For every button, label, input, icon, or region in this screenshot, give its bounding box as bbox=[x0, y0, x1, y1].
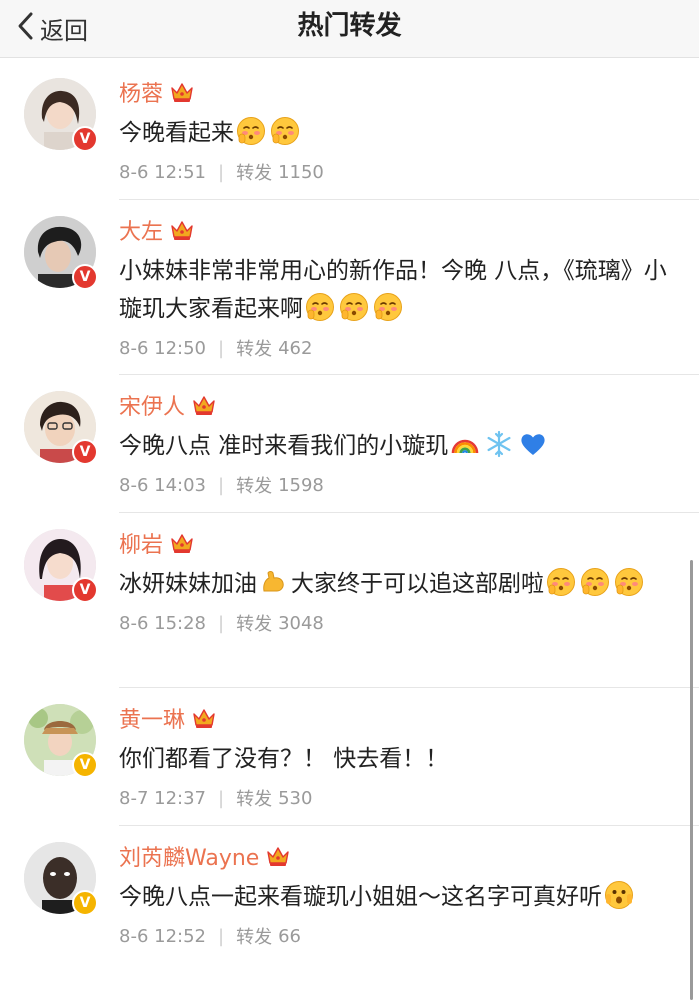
post-meta: 8-6 14:03 | 转发 1598 bbox=[119, 471, 669, 499]
repost-count: 530 bbox=[278, 787, 313, 809]
post-meta: 8-7 12:37 | 转发 530 bbox=[119, 784, 669, 812]
repost-item[interactable]: V 刘芮麟Wayne 今晚八点一起来看璇玑小姐姐～这名字可真好听 8-6 12:52 |… bbox=[0, 826, 699, 1000]
blue-heart-emoji bbox=[518, 429, 548, 459]
vip-crown-icon bbox=[265, 844, 291, 868]
repost-count: 3048 bbox=[278, 612, 324, 634]
verified-badge-icon: V bbox=[72, 264, 98, 290]
surprised-face-emoji bbox=[604, 880, 634, 910]
user-name[interactable]: 刘芮麟Wayne bbox=[119, 840, 259, 872]
repost-list: V 杨蓉 今晚看起来 8-6 12:51 | 转发 1150 V 大左 小妹妹非常非常用心的新作品… bbox=[0, 62, 699, 1000]
repost-count: 462 bbox=[278, 337, 313, 359]
repost-count: 1598 bbox=[278, 474, 324, 496]
repost-item[interactable]: V 宋伊人今晚八点 准时来看我们的小璇玑 8-6 14:03 | 转发 1598 bbox=[0, 375, 699, 513]
avatar[interactable]: V bbox=[24, 842, 98, 916]
divider: | bbox=[218, 925, 225, 947]
timestamp: 8-7 12:37 bbox=[119, 787, 206, 809]
repost-item[interactable]: V 黄一琳你们都看了没有？！ 快去看！！ 8-7 12:37 | 转发 530 bbox=[0, 688, 699, 826]
avatar[interactable]: V bbox=[24, 704, 98, 778]
text-segment: 你们都看了没有？！ 快去看！！ bbox=[119, 746, 449, 772]
repost-label: 转发 bbox=[236, 789, 273, 810]
timestamp: 8-6 12:51 bbox=[119, 161, 206, 183]
user-name[interactable]: 大左 bbox=[119, 214, 163, 246]
shy-face-emoji bbox=[236, 116, 266, 146]
repost-label: 转发 bbox=[236, 339, 273, 360]
post-meta: 8-6 12:51 | 转发 1150 bbox=[119, 158, 669, 186]
vip-crown-icon bbox=[191, 706, 217, 730]
post-meta: 8-6 12:50 | 转发 462 bbox=[119, 334, 669, 362]
repost-text: 今晚看起来 bbox=[119, 114, 669, 152]
divider: | bbox=[218, 474, 225, 496]
snowflake-emoji bbox=[484, 429, 514, 459]
user-name[interactable]: 柳岩 bbox=[119, 527, 163, 559]
verified-badge-icon: V bbox=[72, 577, 98, 603]
avatar[interactable]: V bbox=[24, 216, 98, 290]
shy-face-emoji bbox=[305, 292, 335, 322]
repost-item[interactable]: V 大左小妹妹非常非常用心的新作品！今晚 八点，《琉璃》小璇玑大家看起来啊 8-6 … bbox=[0, 200, 699, 375]
rainbow-emoji bbox=[450, 429, 480, 459]
post-meta: 8-6 15:28 | 转发 3048 bbox=[119, 609, 669, 637]
avatar[interactable]: V bbox=[24, 529, 98, 603]
timestamp: 8-6 12:50 bbox=[119, 337, 206, 359]
repost-count: 66 bbox=[278, 925, 301, 947]
text-segment: 今晚八点 准时来看我们的小璇玑 bbox=[119, 433, 449, 459]
verified-badge-icon: V bbox=[72, 439, 98, 465]
top-navbar: 返回 热门转发 bbox=[0, 0, 699, 58]
repost-label: 转发 bbox=[236, 163, 273, 184]
shy-face-emoji bbox=[546, 567, 576, 597]
avatar[interactable]: V bbox=[24, 391, 98, 465]
user-name[interactable]: 杨蓉 bbox=[119, 76, 163, 108]
avatar[interactable]: V bbox=[24, 78, 98, 152]
timestamp: 8-6 12:52 bbox=[119, 925, 206, 947]
shy-face-emoji bbox=[339, 292, 369, 322]
repost-label: 转发 bbox=[236, 927, 273, 948]
repost-label: 转发 bbox=[236, 614, 273, 635]
repost-text: 今晚八点 准时来看我们的小璇玑 bbox=[119, 427, 669, 465]
text-segment: 大家终于可以追这部剧啦 bbox=[291, 571, 544, 597]
shy-face-emoji bbox=[270, 116, 300, 146]
repost-text: 今晚八点一起来看璇玑小姐姐～这名字可真好听 bbox=[119, 878, 669, 916]
text-segment: 今晚看起来 bbox=[119, 120, 234, 146]
repost-count: 1150 bbox=[278, 161, 324, 183]
vip-crown-icon bbox=[191, 393, 217, 417]
shy-face-emoji bbox=[373, 292, 403, 322]
verified-badge-icon: V bbox=[72, 752, 98, 778]
vip-crown-icon bbox=[169, 218, 195, 242]
divider: | bbox=[218, 337, 225, 359]
timestamp: 8-6 14:03 bbox=[119, 474, 206, 496]
divider: | bbox=[218, 161, 225, 183]
verified-badge-icon: V bbox=[72, 890, 98, 916]
repost-label: 转发 bbox=[236, 476, 273, 497]
page-title: 热门转发 bbox=[297, 11, 402, 41]
repost-item[interactable]: V 杨蓉今晚看起来 8-6 12:51 | 转发 1150 bbox=[0, 62, 699, 200]
divider: | bbox=[218, 787, 225, 809]
text-segment: 冰妍妹妹加油 bbox=[119, 571, 257, 597]
user-name[interactable]: 黄一琳 bbox=[119, 702, 185, 734]
post-meta: 8-6 12:52 | 转发 66 bbox=[119, 922, 669, 950]
text-segment: 今晚八点一起来看璇玑小姐姐～这名字可真好听 bbox=[119, 884, 602, 910]
scrollbar[interactable] bbox=[690, 560, 693, 1000]
timestamp: 8-6 15:28 bbox=[119, 612, 206, 634]
shy-face-emoji bbox=[614, 567, 644, 597]
repost-text: 小妹妹非常非常用心的新作品！今晚 八点，《琉璃》小璇玑大家看起来啊 bbox=[119, 252, 669, 328]
vip-crown-icon bbox=[169, 80, 195, 104]
vip-crown-icon bbox=[169, 531, 195, 555]
repost-text: 冰妍妹妹加油 大家终于可以追这部剧啦 bbox=[119, 565, 669, 603]
shy-face-emoji bbox=[580, 567, 610, 597]
divider: | bbox=[218, 612, 225, 634]
repost-item[interactable]: V 柳岩冰妍妹妹加油 大家终于可以追这部剧啦 8-6 15:28 | 转发 3048 bbox=[0, 513, 699, 688]
repost-text: 你们都看了没有？！ 快去看！！ bbox=[119, 740, 669, 778]
flexed-biceps-emoji bbox=[259, 567, 289, 597]
user-name[interactable]: 宋伊人 bbox=[119, 389, 185, 421]
verified-badge-icon: V bbox=[72, 126, 98, 152]
